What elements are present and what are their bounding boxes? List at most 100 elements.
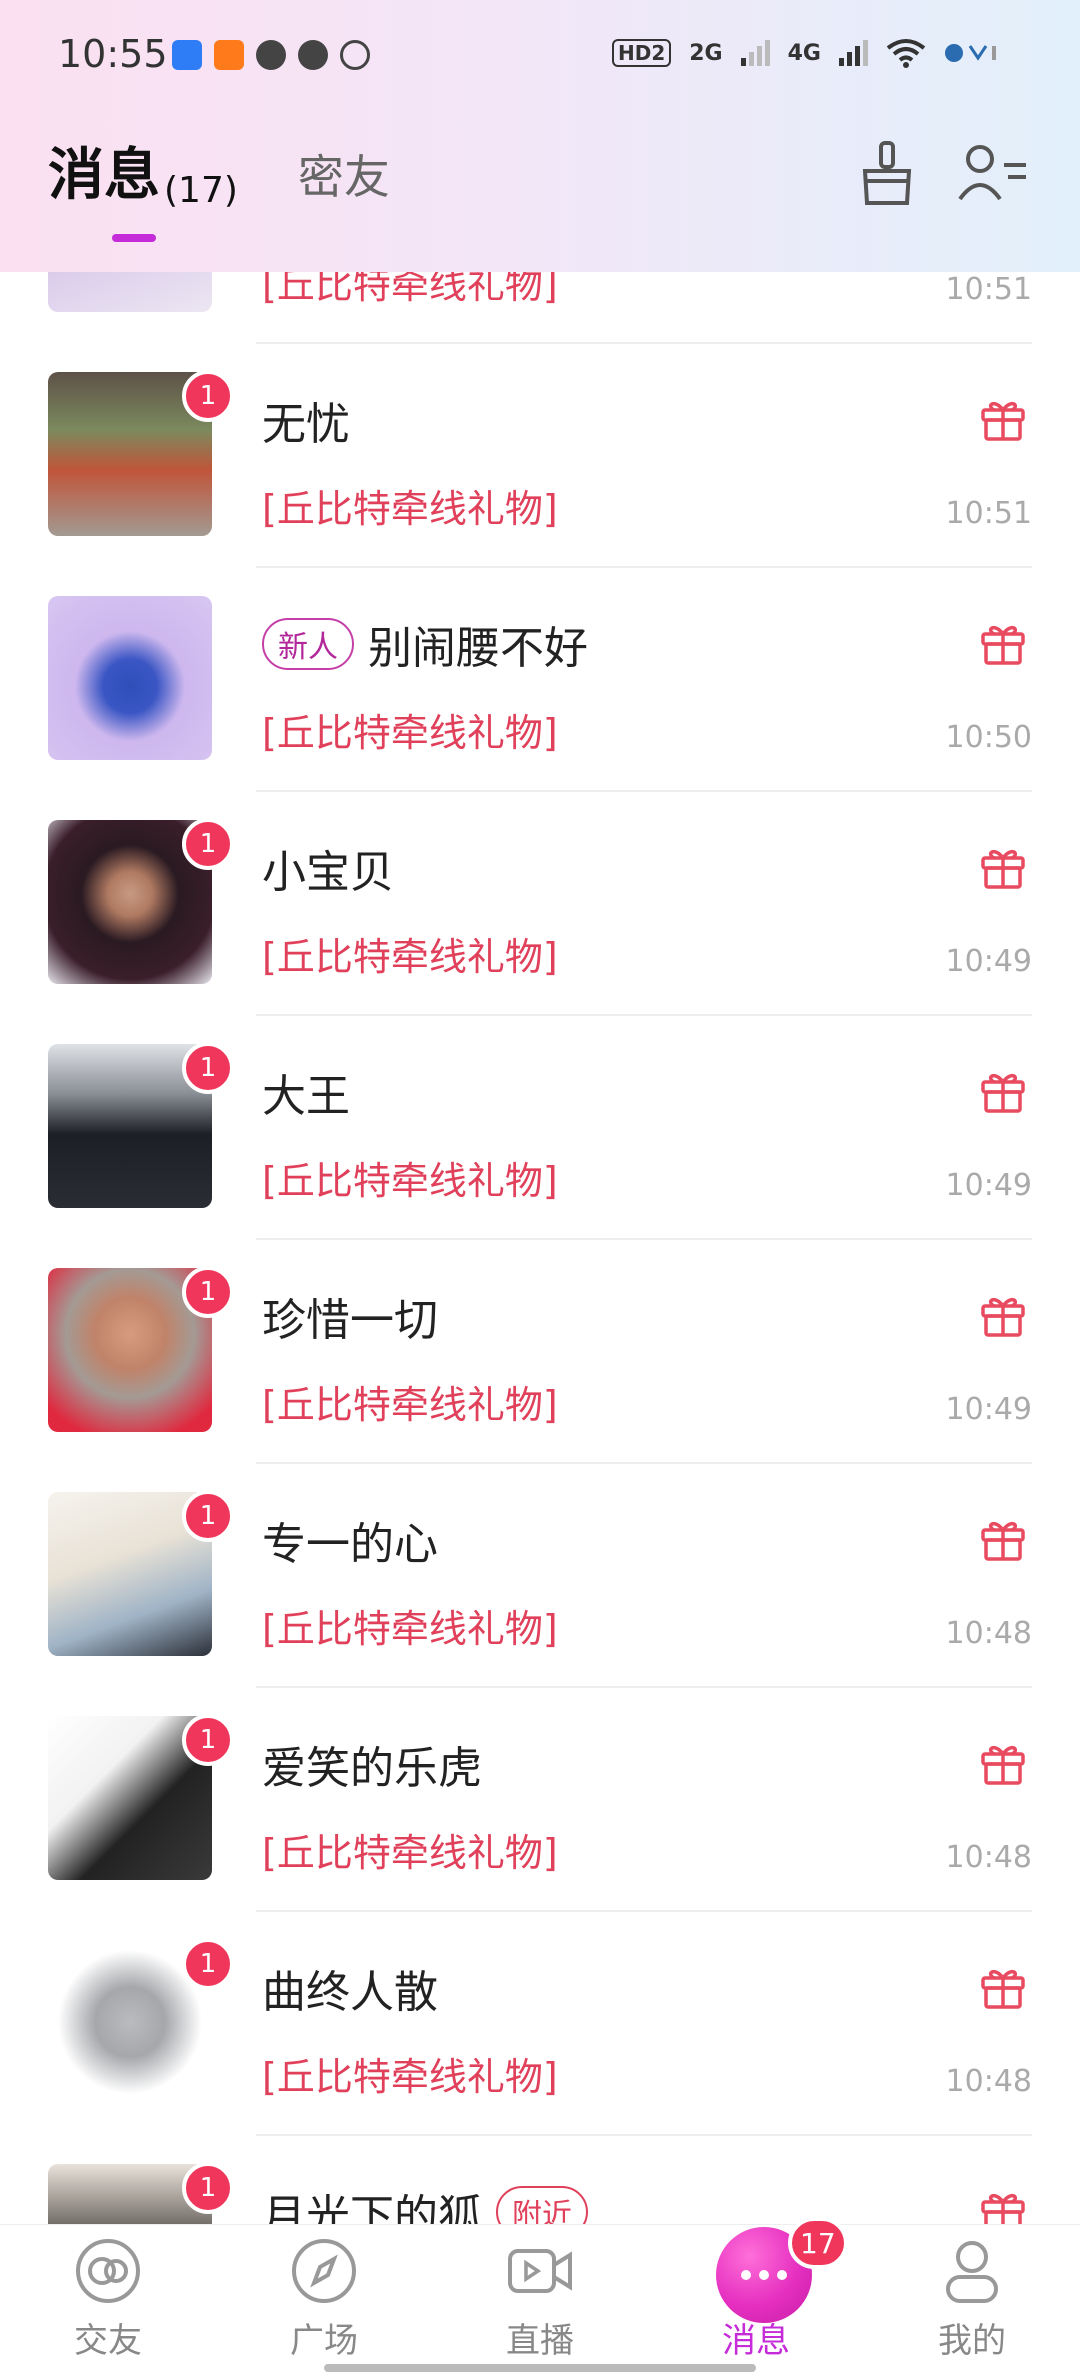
name-line: 月光下的狐 附近 [262, 2180, 588, 2224]
gift-icon[interactable] [980, 1740, 1026, 1786]
gift-icon[interactable] [980, 1292, 1026, 1338]
status-right-icons: HD2 2G 4G [611, 38, 1000, 68]
nav-item-messages[interactable]: 17 消息 [648, 2217, 864, 2376]
list-item[interactable]: 1 曲终人散 [丘比特牵线礼物] 10:48 [0, 1912, 1080, 2136]
list-item[interactable]: 1 无忧 [丘比特牵线礼物] 10:51 [0, 344, 1080, 568]
hd-icon: HD2 [611, 39, 672, 67]
list-item[interactable]: 1 大王 [丘比特牵线礼物] 10:49 [0, 1016, 1080, 1240]
signal-4g-label: 4G [787, 40, 821, 66]
nav-label: 消息 [722, 2321, 790, 2361]
gift-icon[interactable] [980, 844, 1026, 890]
nav-item-square[interactable]: 广场 [216, 2225, 432, 2376]
list-item[interactable]: 1 珍惜一切 [丘比特牵线礼物] 10:49 [0, 1240, 1080, 1464]
list-item[interactable]: 1 月光下的狐 附近 [0, 2136, 1080, 2224]
nav-item-me[interactable]: 我的 [864, 2225, 1080, 2376]
status-notification-icons [172, 40, 370, 70]
name-line: 专一的心 [262, 1508, 438, 1572]
message-time: 10:48 [945, 1840, 1032, 1875]
broom-icon [862, 141, 912, 205]
nearby-tag: 附近 [496, 2186, 588, 2224]
nav-label: 广场 [290, 2321, 358, 2361]
list-item[interactable]: [丘比特牵线礼物] 10:51 [0, 272, 1080, 344]
nav-label: 我的 [938, 2321, 1006, 2361]
user-list-icon [958, 145, 1026, 201]
gift-icon[interactable] [980, 1516, 1026, 1562]
list-item[interactable]: 新人 别闹腰不好 [丘比特牵线礼物] 10:50 [0, 568, 1080, 792]
contact-name: 无忧 [262, 399, 350, 450]
message-preview: [丘比特牵线礼物] [262, 1831, 558, 1875]
contact-name: 爱笑的乐虎 [262, 1743, 482, 1794]
clear-button[interactable] [852, 138, 922, 208]
signal-icon [839, 40, 868, 66]
name-line: 小宝贝 [262, 836, 394, 900]
battery-icon [945, 44, 996, 62]
avatar [48, 596, 212, 760]
name-line: 曲终人散 [262, 1956, 438, 2020]
list-item[interactable]: 1 小宝贝 [丘比特牵线礼物] 10:49 [0, 792, 1080, 1016]
message-preview: [丘比特牵线礼物] [262, 1159, 558, 1203]
message-list[interactable]: [丘比特牵线礼物] 10:51 1 无忧 [丘比特牵线礼物] 10:51 新人 … [0, 272, 1080, 2224]
unread-badge: 1 [182, 1938, 234, 1990]
gift-icon[interactable] [980, 396, 1026, 442]
wifi-icon [886, 39, 926, 68]
status-time: 10:55 [58, 32, 168, 76]
gift-icon[interactable] [980, 620, 1026, 666]
nav-label: 直播 [506, 2321, 574, 2361]
contact-name: 专一的心 [262, 1519, 438, 1570]
phone-icon [340, 40, 370, 70]
contact-name: 曲终人散 [262, 1967, 438, 2018]
tab-close-friends[interactable]: 密友 [298, 141, 390, 207]
gift-icon[interactable] [980, 2188, 1026, 2224]
message-preview: [丘比特牵线礼物] [262, 935, 558, 979]
nav-item-live[interactable]: 直播 [432, 2225, 648, 2376]
unread-badge: 1 [182, 818, 234, 870]
unread-badge: 1 [182, 370, 234, 422]
unread-badge: 1 [182, 1042, 234, 1094]
video-camera-icon [508, 2249, 572, 2293]
message-preview: [丘比特牵线礼物] [262, 1383, 558, 1427]
list-item[interactable]: 1 爱笑的乐虎 [丘比特牵线礼物] 10:48 [0, 1688, 1080, 1912]
tab-messages[interactable]: 消息 [48, 130, 160, 211]
message-time: 10:49 [945, 944, 1032, 979]
contact-name: 别闹腰不好 [368, 623, 588, 674]
name-line: 新人 别闹腰不好 [262, 612, 588, 676]
message-preview: [丘比特牵线礼物] [262, 487, 558, 531]
gift-icon[interactable] [980, 1068, 1026, 1114]
avatar [48, 272, 212, 312]
tab-indicator [112, 234, 156, 242]
message-preview: [丘比特牵线礼物] [262, 711, 558, 755]
new-user-tag: 新人 [262, 618, 354, 670]
compass-icon [292, 2239, 356, 2303]
gift-icon[interactable] [980, 1964, 1026, 2010]
home-indicator[interactable] [324, 2364, 756, 2372]
list-item[interactable]: 1 专一的心 [丘比特牵线礼物] 10:48 [0, 1464, 1080, 1688]
name-line: 爱笑的乐虎 [262, 1732, 482, 1796]
message-preview: [丘比特牵线礼物] [262, 2055, 558, 2099]
contact-name: 月光下的狐 [262, 2191, 482, 2224]
unread-badge: 1 [182, 1714, 234, 1766]
chat-icon [298, 40, 328, 70]
message-preview: [丘比特牵线礼物] [262, 272, 558, 307]
name-line: 大王 [262, 1060, 350, 1124]
header-tabs: 消息 (17) 密友 [48, 130, 390, 211]
bottom-nav: 交友 广场 直播 17 消息 我的 [0, 2217, 1080, 2376]
signal-icon [740, 40, 770, 66]
message-time: 10:49 [945, 1392, 1032, 1427]
message-time: 10:49 [945, 1168, 1032, 1203]
signal-2g-label: 2G [689, 40, 723, 66]
taobao-icon [214, 40, 244, 70]
contact-name: 大王 [262, 1071, 350, 1122]
tab-messages-count: (17) [164, 170, 238, 211]
contacts-button[interactable] [958, 138, 1028, 208]
nav-item-friends[interactable]: 交友 [0, 2225, 216, 2376]
message-time: 10:48 [945, 2064, 1032, 2099]
friends-icon [76, 2239, 140, 2303]
name-line: 珍惜一切 [262, 1284, 438, 1348]
contact-name: 小宝贝 [262, 847, 394, 898]
status-bar: 10:55 HD2 2G 4G [0, 0, 1080, 110]
message-time: 10:51 [945, 272, 1032, 307]
app-notification-icon [172, 40, 202, 70]
message-time: 10:48 [945, 1616, 1032, 1651]
nav-unread-badge: 17 [788, 2217, 848, 2269]
unread-badge: 1 [182, 1490, 234, 1542]
